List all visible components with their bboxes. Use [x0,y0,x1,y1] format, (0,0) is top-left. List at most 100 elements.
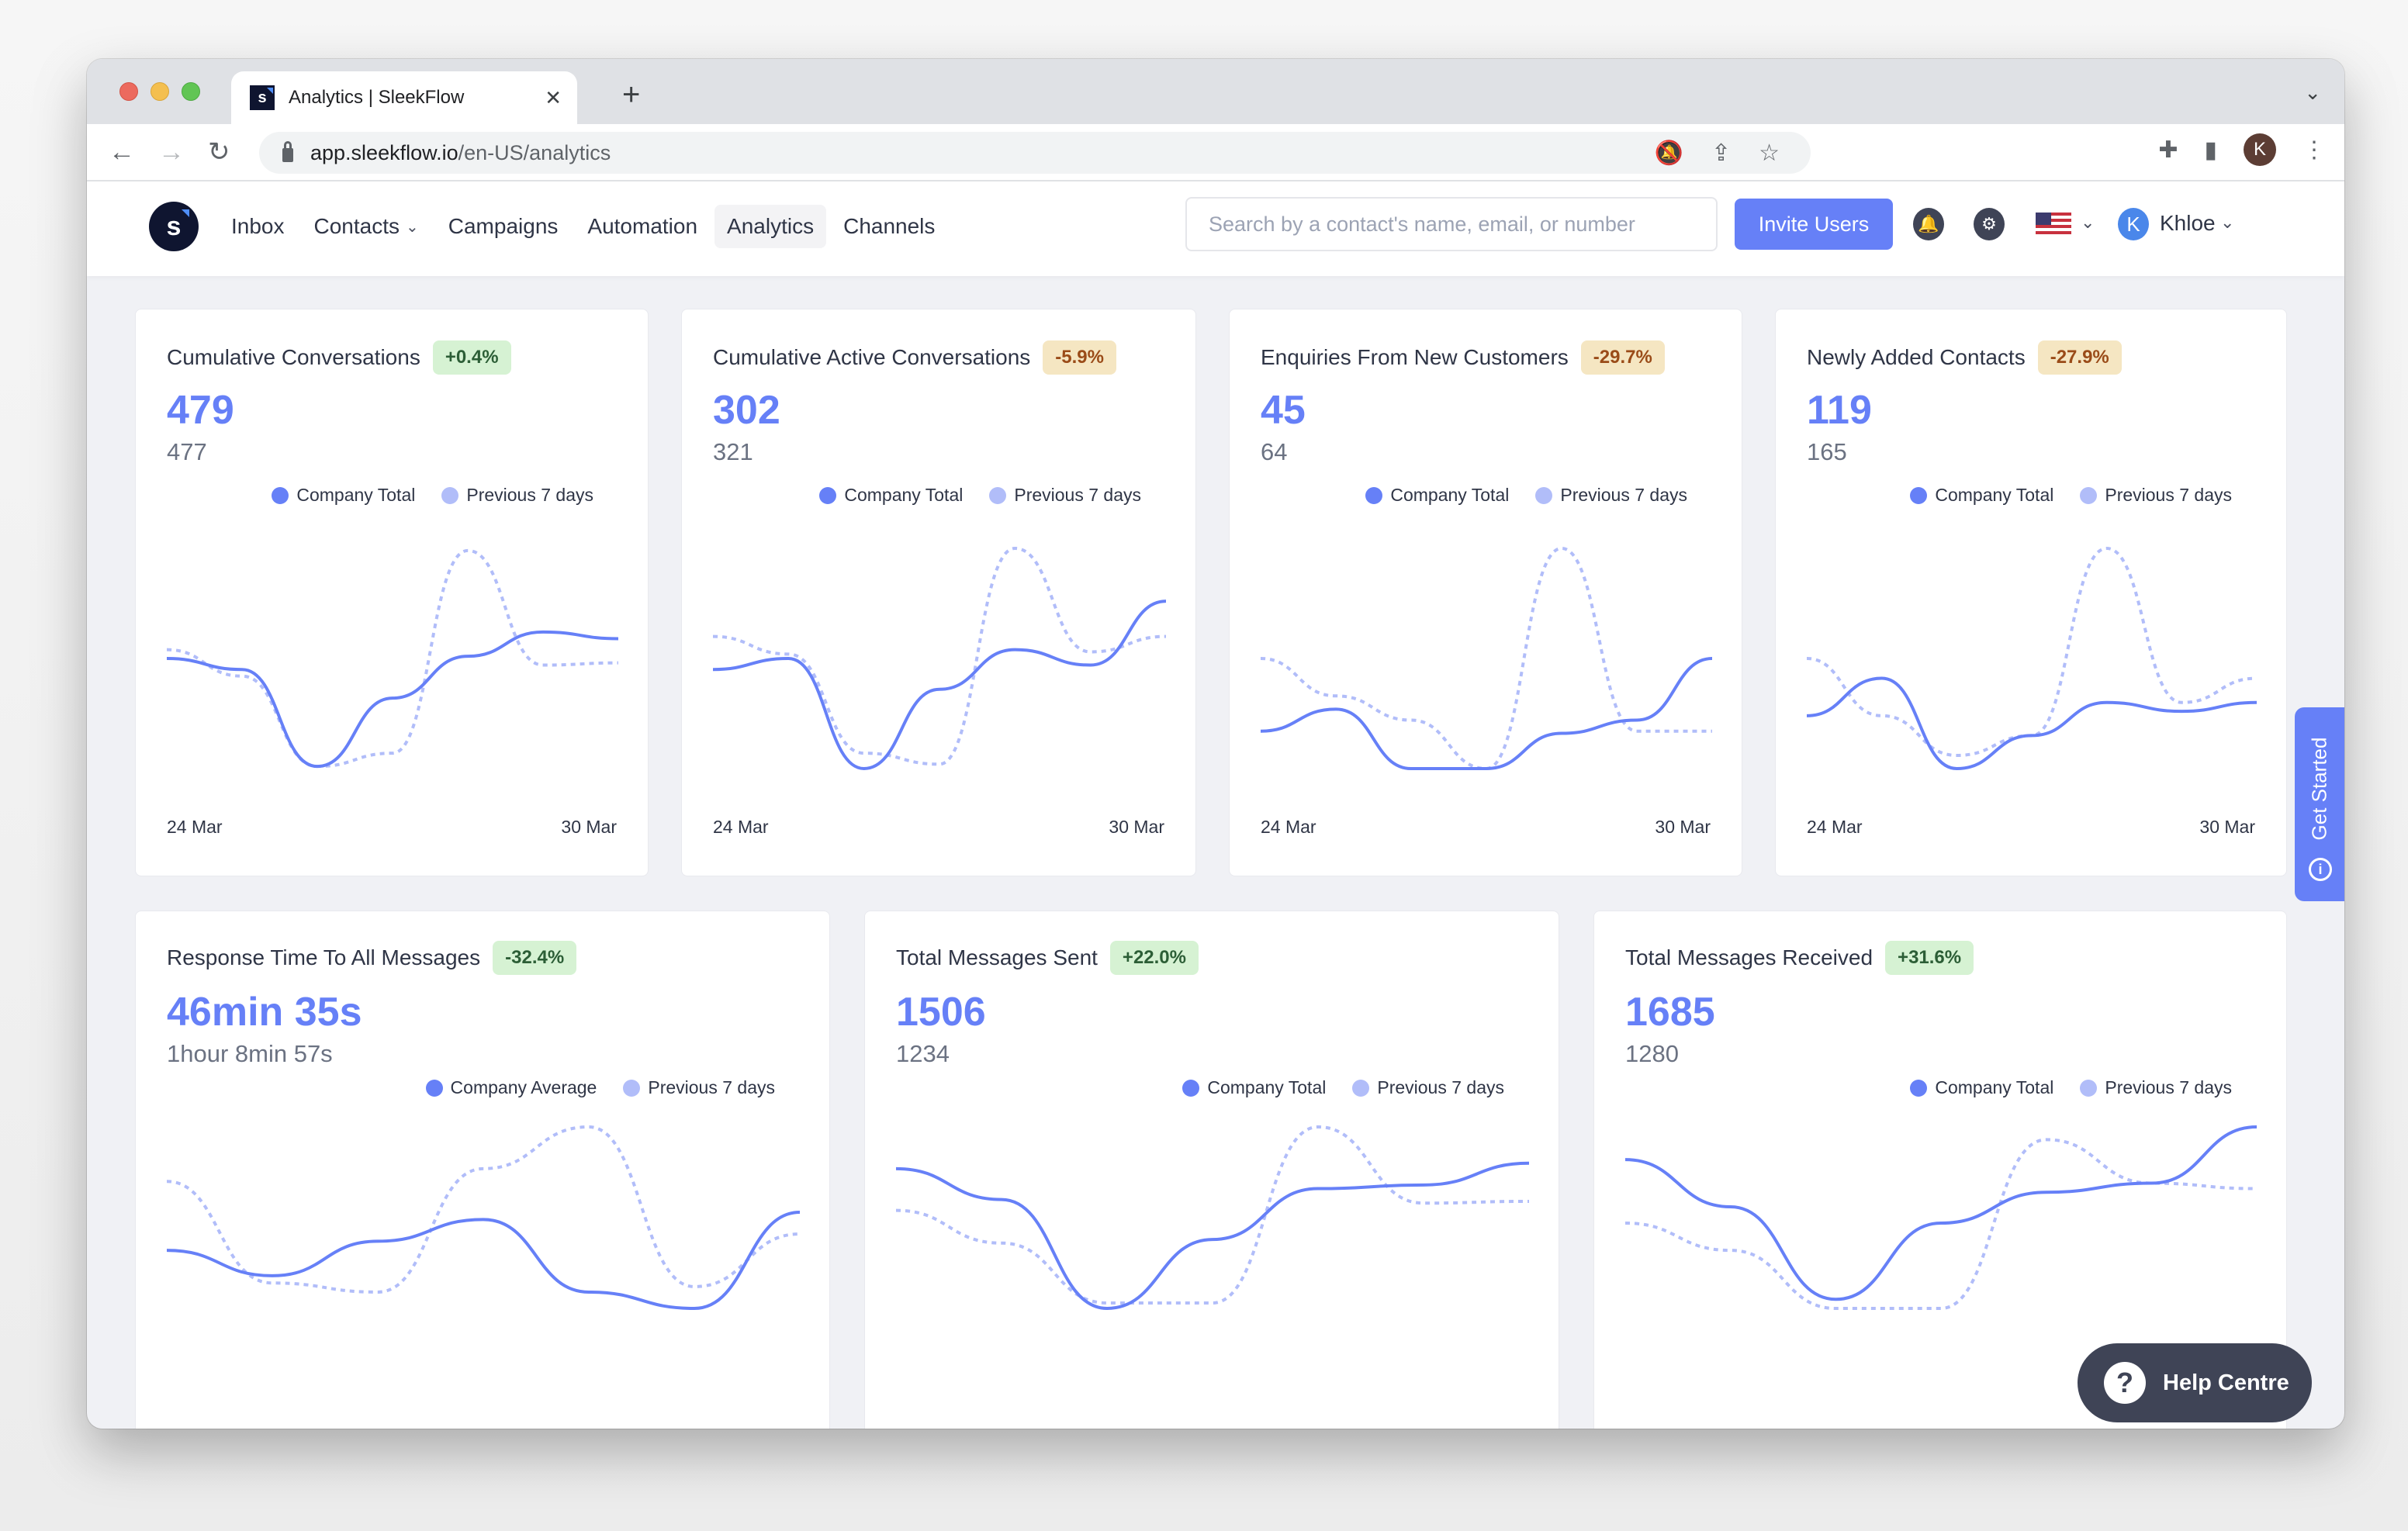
app-header: s Inbox Contacts ⌄ Campaigns Automation A… [87,181,2344,276]
tab-search-chevron-icon[interactable]: ⌄ [2304,81,2321,105]
invite-users-button[interactable]: Invite Users [1735,199,1893,250]
bell-icon[interactable]: 🔔 [1913,208,1944,240]
us-flag-icon[interactable] [2036,213,2071,236]
change-badge: +22.0% [1109,941,1199,975]
x-axis-start-label: 24 Mar [1807,817,1863,837]
user-name[interactable]: Khloe [2160,211,2216,236]
nav-item-contacts[interactable]: Contacts ⌄ [302,205,431,248]
forward-arrow-icon[interactable]: → [158,137,185,168]
legend-previous-dot-icon [1352,1079,1370,1097]
maximize-window-button[interactable] [182,82,200,101]
metric-card: Response Time To All Messages -32.4% 46min… [135,911,830,1429]
previous-series-line [713,546,1166,766]
sleekflow-favicon-icon: s [250,85,275,110]
side-panel-icon[interactable]: ▮ [2204,137,2217,164]
tab-title: Analytics | SleekFlow [289,87,465,108]
sleekflow-logo[interactable]: s [149,202,199,251]
card-title: Total Messages Sent [896,945,1098,969]
lock-icon[interactable] [282,141,293,162]
x-axis-end-label: 30 Mar [1109,817,1164,837]
extensions-puzzle-icon[interactable]: ✚ [2158,137,2178,164]
current-series-line [896,1161,1529,1311]
back-arrow-icon[interactable]: ← [109,137,135,168]
nav-label: Analytics [727,214,815,238]
browser-window: s Analytics | SleekFlow ✕ + ⌄ ← → ↻ app.… [87,59,2344,1429]
line-chart [167,1125,800,1311]
previous-series-line [896,1125,1529,1305]
current-value: 46min 35s [167,990,362,1035]
previous-value: 1hour 8min 57s [167,1040,333,1067]
nav-item-analytics[interactable]: Analytics [714,205,827,248]
notifications-blocked-icon[interactable]: 🔕 [1655,140,1683,167]
card-header: Newly Added Contacts -27.9% [1807,340,2122,375]
x-axis-end-label: 30 Mar [1655,817,1711,837]
user-menu-chevron-down-icon[interactable]: ⌄ [2220,213,2234,233]
card-title: Newly Added Contacts [1807,345,2026,369]
legend-previous-dot-icon [2080,1079,2098,1097]
previous-series-line [1261,546,1712,771]
line-chart [167,548,618,769]
line-chart [896,1125,1529,1311]
gear-icon[interactable]: ⚙ [1974,208,2005,240]
reload-icon[interactable]: ↻ [208,137,230,168]
legend-current-dot-icon [1365,486,1383,504]
card-header: Total Messages Sent +22.0% [896,941,1199,975]
card-header: Total Messages Received +31.6% [1625,941,1974,975]
current-series-line [167,1210,800,1311]
close-window-button[interactable] [119,82,138,101]
legend-current-dot-icon [1910,1079,1928,1097]
x-axis-start-label: 24 Mar [167,817,223,837]
current-value: 119 [1807,388,1872,433]
browser-actions: ✚ ▮ K ⋮ [2158,133,2326,166]
language-chevron-down-icon[interactable]: ⌄ [2081,213,2095,233]
change-badge: -27.9% [2037,340,2122,375]
legend-current-label: Company Total [1935,1077,2054,1097]
contact-search-input[interactable] [1185,197,1718,251]
bookmark-star-icon[interactable]: ☆ [1759,140,1780,167]
url-text[interactable]: app.sleekflow.io/en-US/analytics [310,141,611,165]
card-header: Cumulative Conversations +0.4% [167,340,511,375]
user-avatar[interactable]: K [2118,208,2149,240]
card-title: Enquiries From New Customers [1261,345,1569,369]
legend-previous-dot-icon [2080,486,2098,504]
nav-label: Campaigns [448,214,559,238]
nav-item-automation[interactable]: Automation [575,205,710,248]
previous-value: 165 [1807,438,1847,465]
legend-current-dot-icon [1182,1079,1200,1097]
new-tab-button[interactable]: + [622,79,640,110]
omnibox-actions: 🔕 ⇪ ☆ [1655,140,1780,167]
legend-previous-dot-icon [1535,486,1553,504]
card-title: Cumulative Conversations [167,345,420,369]
browser-menu-icon[interactable]: ⋮ [2302,137,2326,164]
legend-current-dot-icon [1910,486,1928,504]
minimize-window-button[interactable] [150,82,169,101]
help-centre-button[interactable]: ? Help Centre [2078,1343,2312,1422]
previous-series-line [167,1125,800,1294]
change-badge: +31.6% [1885,941,1974,975]
browser-tab-analytics[interactable]: s Analytics | SleekFlow ✕ [231,71,577,124]
metric-card: Total Messages Sent +22.0% 1506 1234 Company… [864,911,1559,1429]
share-icon[interactable]: ⇪ [1711,140,1731,167]
chart-legend: Company Total Previous 7 days [1910,1077,2232,1098]
previous-value: 477 [167,438,207,465]
current-series-line [1807,676,2257,771]
nav-item-inbox[interactable]: Inbox [219,205,297,248]
previous-series-line [1807,546,2257,757]
nav-item-campaigns[interactable]: Campaigns [436,205,571,248]
close-tab-icon[interactable]: ✕ [545,86,562,110]
url-bar[interactable]: app.sleekflow.io/en-US/analytics 🔕 ⇪ ☆ [259,132,1811,174]
get-started-label: Get Started [2307,737,2331,841]
x-axis-start-label: 24 Mar [1261,817,1316,837]
help-centre-label: Help Centre [2163,1370,2289,1395]
legend-current-dot-icon [819,486,837,504]
current-series-line [167,630,618,769]
previous-value: 1280 [1625,1040,1679,1067]
chart-legend: Company Total Previous 7 days [1910,485,2232,506]
metric-card: Cumulative Active Conversations -5.9% 302 3… [681,309,1196,876]
browser-profile-avatar[interactable]: K [2244,133,2276,166]
change-badge: +0.4% [432,340,511,375]
get-started-tab[interactable]: Get Started i [2295,707,2344,901]
address-toolbar: ← → ↻ app.sleekflow.io/en-US/analytics 🔕… [87,124,2344,181]
nav-item-channels[interactable]: Channels [831,205,947,248]
x-axis-end-label: 30 Mar [2199,817,2255,837]
